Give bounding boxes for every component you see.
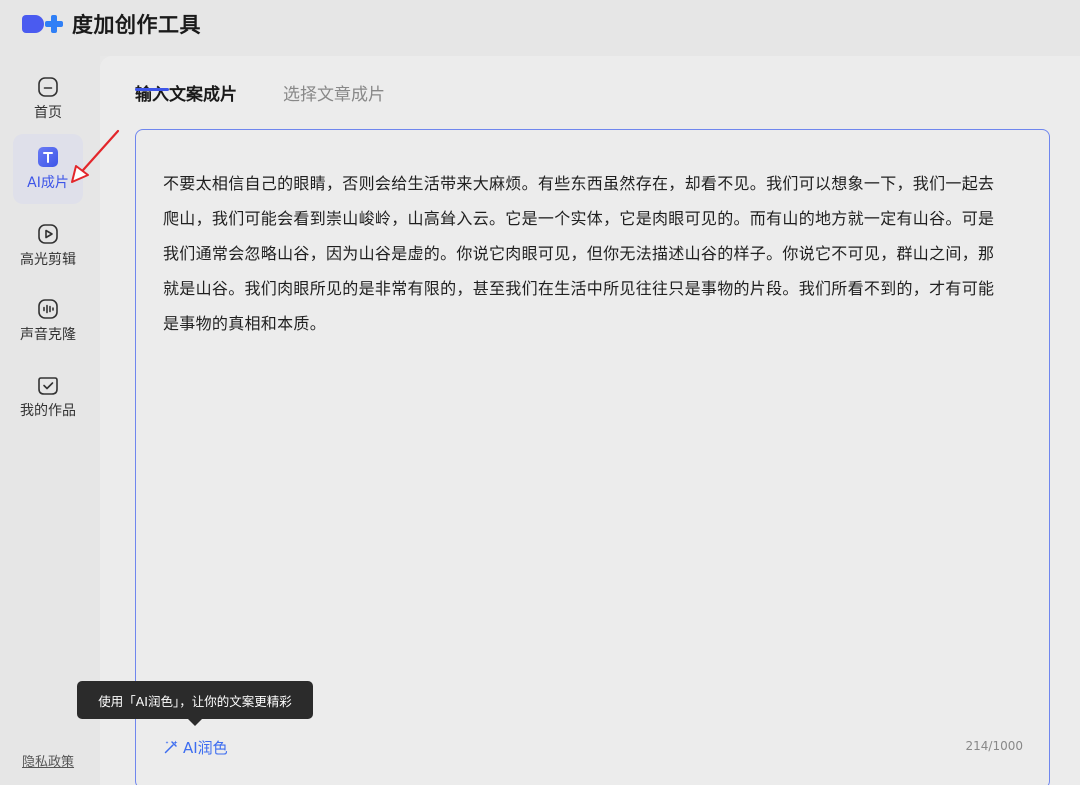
tab-input-copy[interactable]: 输入文案成片 bbox=[135, 80, 237, 105]
sidebar-item-label: 声音克隆 bbox=[20, 327, 76, 343]
annotation-arrow-icon bbox=[66, 128, 122, 192]
tooltip-arrow bbox=[188, 719, 202, 726]
sidebar-item-label: 我的作品 bbox=[20, 403, 76, 419]
text-to-video-icon bbox=[37, 146, 59, 168]
logo-icon bbox=[22, 13, 68, 35]
sidebar-item-label: 高光剪辑 bbox=[20, 252, 76, 268]
sidebar-item-my-works[interactable]: 我的作品 bbox=[13, 362, 83, 432]
main-panel: 输入文案成片 选择文章成片 不要太相信自己的眼睛，否则会给生活带来大麻烦。有些东… bbox=[100, 56, 1080, 785]
editor-text[interactable]: 不要太相信自己的眼睛，否则会给生活带来大麻烦。有些东西虽然存在，却看不见。我们可… bbox=[163, 166, 1008, 341]
privacy-policy-link[interactable]: 隐私政策 bbox=[22, 751, 74, 770]
sidebar-item-label: AI成片 bbox=[27, 175, 69, 191]
active-tab-indicator bbox=[135, 88, 169, 91]
ai-polish-label: AI润色 bbox=[183, 738, 228, 757]
play-icon bbox=[37, 223, 59, 245]
app-window: 度加创作工具 首页 AI成片 高光剪辑 声音克隆 我的作品 隐私政策 输入文案成… bbox=[0, 0, 1080, 785]
magic-wand-icon bbox=[163, 739, 179, 755]
tooltip-text: 使用「AI润色」，让你的文案更精彩 bbox=[98, 693, 292, 709]
app-logo[interactable]: 度加创作工具 bbox=[22, 12, 201, 37]
char-count: 214/1000 bbox=[965, 739, 1024, 753]
sidebar-item-label: 首页 bbox=[34, 105, 62, 121]
ai-polish-tooltip: 使用「AI润色」，让你的文案更精彩 bbox=[77, 681, 313, 719]
app-header: 度加创作工具 bbox=[0, 0, 1080, 56]
sidebar-item-home[interactable]: 首页 bbox=[13, 64, 83, 134]
home-icon bbox=[37, 76, 59, 98]
voice-wave-icon bbox=[37, 298, 59, 320]
app-title: 度加创作工具 bbox=[72, 13, 201, 37]
sidebar-item-voice-clone[interactable]: 声音克隆 bbox=[13, 286, 83, 356]
sidebar-item-highlight-edit[interactable]: 高光剪辑 bbox=[13, 211, 83, 281]
tab-select-article[interactable]: 选择文章成片 bbox=[283, 80, 385, 105]
works-check-icon bbox=[37, 374, 59, 396]
ai-polish-button[interactable]: AI润色 bbox=[163, 736, 228, 758]
